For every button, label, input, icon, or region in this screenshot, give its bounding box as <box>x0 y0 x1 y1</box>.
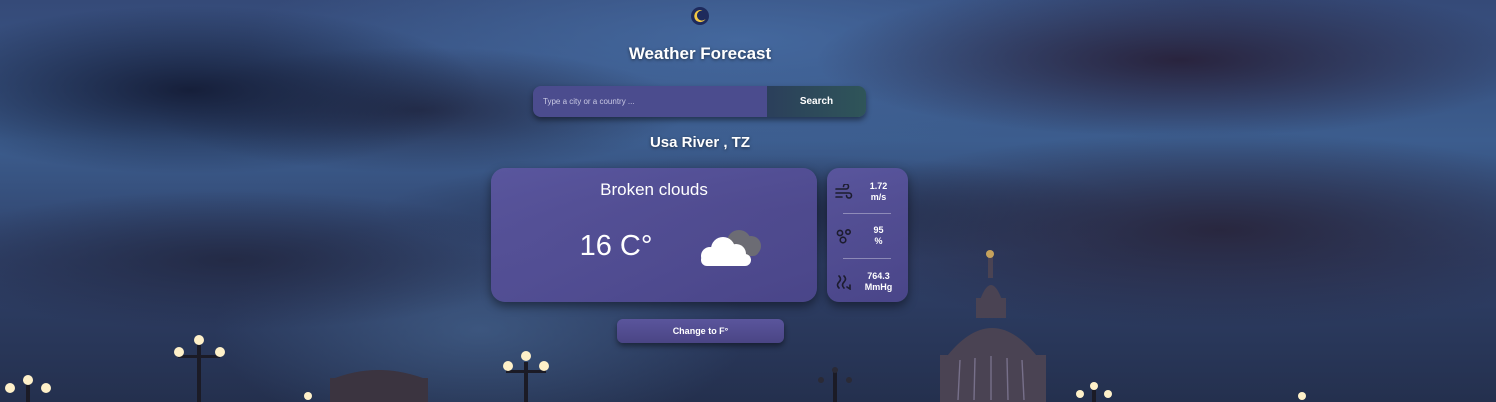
pressure-value: 764.3 <box>867 271 890 281</box>
moon-icon <box>691 7 709 25</box>
humidity-unit: % <box>874 236 883 246</box>
divider <box>843 258 891 259</box>
broken-clouds-icon <box>701 230 761 266</box>
weather-condition: Broken clouds <box>600 180 708 199</box>
search-input[interactable] <box>533 86 767 117</box>
search-button[interactable]: Search <box>767 86 866 117</box>
temperature-value: 16 C° <box>579 230 653 262</box>
pressure-unit: MmHg <box>864 282 893 292</box>
change-unit-button[interactable]: Change to F° <box>617 319 784 343</box>
pressure-stat: 764.3 MmHg <box>833 262 902 302</box>
divider <box>843 213 891 214</box>
page-title: Weather Forecast <box>628 44 772 63</box>
weather-details-card: 1.72 m/s 95 % 764.3 MmHg <box>827 168 908 302</box>
wind-value: 1.72 <box>869 181 888 191</box>
wind-unit: m/s <box>870 192 887 202</box>
current-weather-card: Broken clouds 16 C° <box>491 168 817 302</box>
weather-app: Weather Forecast Search Usa River , TZ B… <box>0 0 1496 402</box>
humidity-icon <box>833 225 855 247</box>
location-label: Usa River , TZ <box>649 134 751 151</box>
humidity-stat: 95 % <box>833 216 902 256</box>
wind-stat: 1.72 m/s <box>833 172 902 212</box>
pressure-icon <box>833 271 855 293</box>
humidity-value: 95 <box>873 225 884 235</box>
wind-icon <box>833 181 855 203</box>
search-form: Search <box>533 86 866 117</box>
